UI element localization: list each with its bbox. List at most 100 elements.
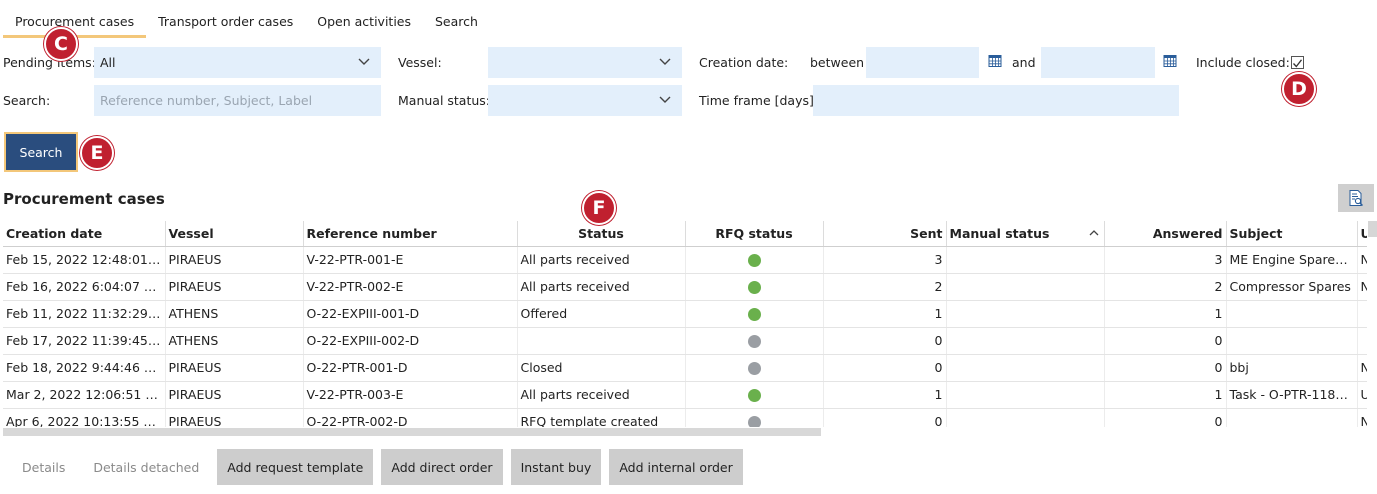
- cell-creation-date: Feb 16, 2022 6:04:07 PM: [3, 273, 166, 301]
- column-header-manual-status[interactable]: Manual status: [946, 221, 1105, 247]
- table-row[interactable]: Feb 17, 2022 11:39:45 AM ATHENS O-22-EXPII…: [3, 327, 1367, 355]
- cell-u: U: [1357, 381, 1367, 409]
- cell-vessel: PIRAEUS: [165, 273, 304, 301]
- pending-items-value: All: [100, 55, 116, 70]
- cell-answered: 3: [1104, 246, 1227, 274]
- cell-vessel: ATHENS: [165, 327, 304, 355]
- cell-rfq-status: [685, 246, 824, 274]
- cell-reference-number: V-22-PTR-001-E: [303, 246, 518, 274]
- cell-sent: 0: [823, 408, 947, 427]
- cell-sent: 0: [823, 354, 947, 382]
- vertical-scrollbar[interactable]: [1368, 221, 1377, 237]
- cell-subject: [1226, 327, 1358, 355]
- cell-reference-number: V-22-PTR-003-E: [303, 381, 518, 409]
- cell-manual-status: [946, 246, 1105, 274]
- column-header-rfq-status[interactable]: RFQ status: [685, 221, 824, 247]
- cell-answered: 2: [1104, 273, 1227, 301]
- column-header-answered[interactable]: Answered: [1104, 221, 1227, 247]
- cell-status: [517, 327, 686, 355]
- calendar-icon[interactable]: [988, 54, 1002, 68]
- vessel-label: Vessel:: [398, 55, 442, 70]
- rfq-status-dot-icon: [747, 362, 761, 375]
- cell-reference-number: O-22-EXPIII-001-D: [303, 300, 518, 328]
- date-from-field[interactable]: [866, 47, 979, 78]
- cell-answered: 0: [1104, 354, 1227, 382]
- chevron-down-icon: [659, 58, 671, 65]
- add-internal-order-button[interactable]: Add internal order: [609, 449, 743, 485]
- table-row[interactable]: Feb 11, 2022 11:32:29 AM ATHENS O-22-EXPII…: [3, 300, 1367, 328]
- table-row[interactable]: Feb 16, 2022 6:04:07 PM PIRAEUS V-22-PTR-0…: [3, 273, 1367, 301]
- tab-search[interactable]: Search: [423, 0, 490, 38]
- cell-status: Closed: [517, 354, 686, 382]
- cell-status: Offered: [517, 300, 686, 328]
- time-frame-input[interactable]: [813, 85, 1179, 116]
- add-direct-order-button[interactable]: Add direct order: [381, 449, 503, 485]
- cell-subject: [1226, 408, 1358, 427]
- annotation-badge-e: E: [80, 136, 114, 170]
- cell-vessel: ATHENS: [165, 300, 304, 328]
- date-to-field[interactable]: [1041, 47, 1155, 78]
- column-header-creation-date[interactable]: Creation date: [3, 221, 166, 247]
- rfq-status-dot-icon: [747, 416, 761, 427]
- cell-creation-date: Feb 18, 2022 9:44:46 AM: [3, 354, 166, 382]
- action-bar: Details Details detached Add request tem…: [12, 449, 743, 485]
- calendar-icon[interactable]: [1163, 54, 1177, 68]
- rfq-status-dot-icon: [747, 308, 761, 321]
- horizontal-scrollbar[interactable]: [3, 428, 821, 436]
- details-detached-button[interactable]: Details detached: [83, 449, 209, 485]
- instant-buy-button[interactable]: Instant buy: [510, 449, 602, 485]
- table-row[interactable]: Mar 2, 2022 12:06:51 PM PIRAEUS V-22-PTR-0…: [3, 381, 1367, 409]
- cell-vessel: PIRAEUS: [165, 381, 304, 409]
- cell-sent: 1: [823, 300, 947, 328]
- table-row[interactable]: Feb 15, 2022 12:48:01 PM PIRAEUS V-22-PTR-…: [3, 246, 1367, 274]
- tab-open-activities[interactable]: Open activities: [305, 0, 423, 38]
- vessel-select[interactable]: [488, 47, 682, 78]
- and-label: and: [1012, 55, 1036, 70]
- cell-creation-date: Feb 15, 2022 12:48:01 PM: [3, 246, 166, 274]
- search-button[interactable]: Search: [4, 132, 78, 172]
- cell-manual-status: [946, 381, 1105, 409]
- column-header-reference-number[interactable]: Reference number: [303, 221, 518, 247]
- include-closed-checkbox[interactable]: [1291, 56, 1304, 69]
- cell-reference-number: V-22-PTR-002-E: [303, 273, 518, 301]
- tab-transport-order-cases[interactable]: Transport order cases: [146, 0, 305, 38]
- table-header-row: Creation date Vessel Reference number St…: [3, 221, 1367, 247]
- cell-status: All parts received: [517, 246, 686, 274]
- rfq-status-dot-icon: [747, 281, 761, 294]
- add-request-template-button[interactable]: Add request template: [217, 449, 374, 485]
- cell-status: All parts received: [517, 273, 686, 301]
- cell-status: All parts received: [517, 381, 686, 409]
- cell-u: N: [1357, 273, 1367, 301]
- cell-answered: 1: [1104, 300, 1227, 328]
- creation-date-label: Creation date:: [699, 55, 789, 70]
- chevron-down-icon: [358, 58, 370, 65]
- include-closed-label: Include closed:: [1196, 55, 1290, 70]
- cell-sent: 1: [823, 381, 947, 409]
- tab-procurement-cases[interactable]: Procurement cases: [3, 0, 147, 38]
- search-input[interactable]: Reference number, Subject, Label: [94, 85, 381, 116]
- cell-reference-number: O-22-EXPIII-002-D: [303, 327, 518, 355]
- cell-creation-date: Feb 11, 2022 11:32:29 AM: [3, 300, 166, 328]
- column-header-subject[interactable]: Subject: [1226, 221, 1358, 247]
- cell-subject: bbj: [1226, 354, 1358, 382]
- cell-reference-number: O-22-PTR-001-D: [303, 354, 518, 382]
- procurement-cases-grid: Creation date Vessel Reference number St…: [3, 221, 1367, 427]
- manual-status-select[interactable]: [488, 85, 682, 116]
- table-row[interactable]: Apr 6, 2022 10:13:55 AM PIRAEUS O-22-PTR-0…: [3, 408, 1367, 427]
- cell-u: [1357, 327, 1367, 355]
- document-search-icon: [1349, 190, 1363, 206]
- cell-reference-number: O-22-PTR-002-D: [303, 408, 518, 427]
- table-row[interactable]: Feb 18, 2022 9:44:46 AM PIRAEUS O-22-PTR-0…: [3, 354, 1367, 382]
- pending-items-select[interactable]: All: [94, 47, 381, 78]
- column-header-u[interactable]: U: [1357, 221, 1367, 247]
- cell-subject: Compressor Spares: [1226, 273, 1358, 301]
- column-header-status[interactable]: Status: [517, 221, 686, 247]
- column-header-sent[interactable]: Sent: [823, 221, 947, 247]
- annotation-badge-c: C: [44, 27, 78, 61]
- column-header-vessel[interactable]: Vessel: [165, 221, 304, 247]
- details-button[interactable]: Details: [12, 449, 75, 485]
- cell-creation-date: Feb 17, 2022 11:39:45 AM: [3, 327, 166, 355]
- preview-button[interactable]: [1338, 184, 1374, 212]
- cell-answered: 0: [1104, 327, 1227, 355]
- cell-rfq-status: [685, 327, 824, 355]
